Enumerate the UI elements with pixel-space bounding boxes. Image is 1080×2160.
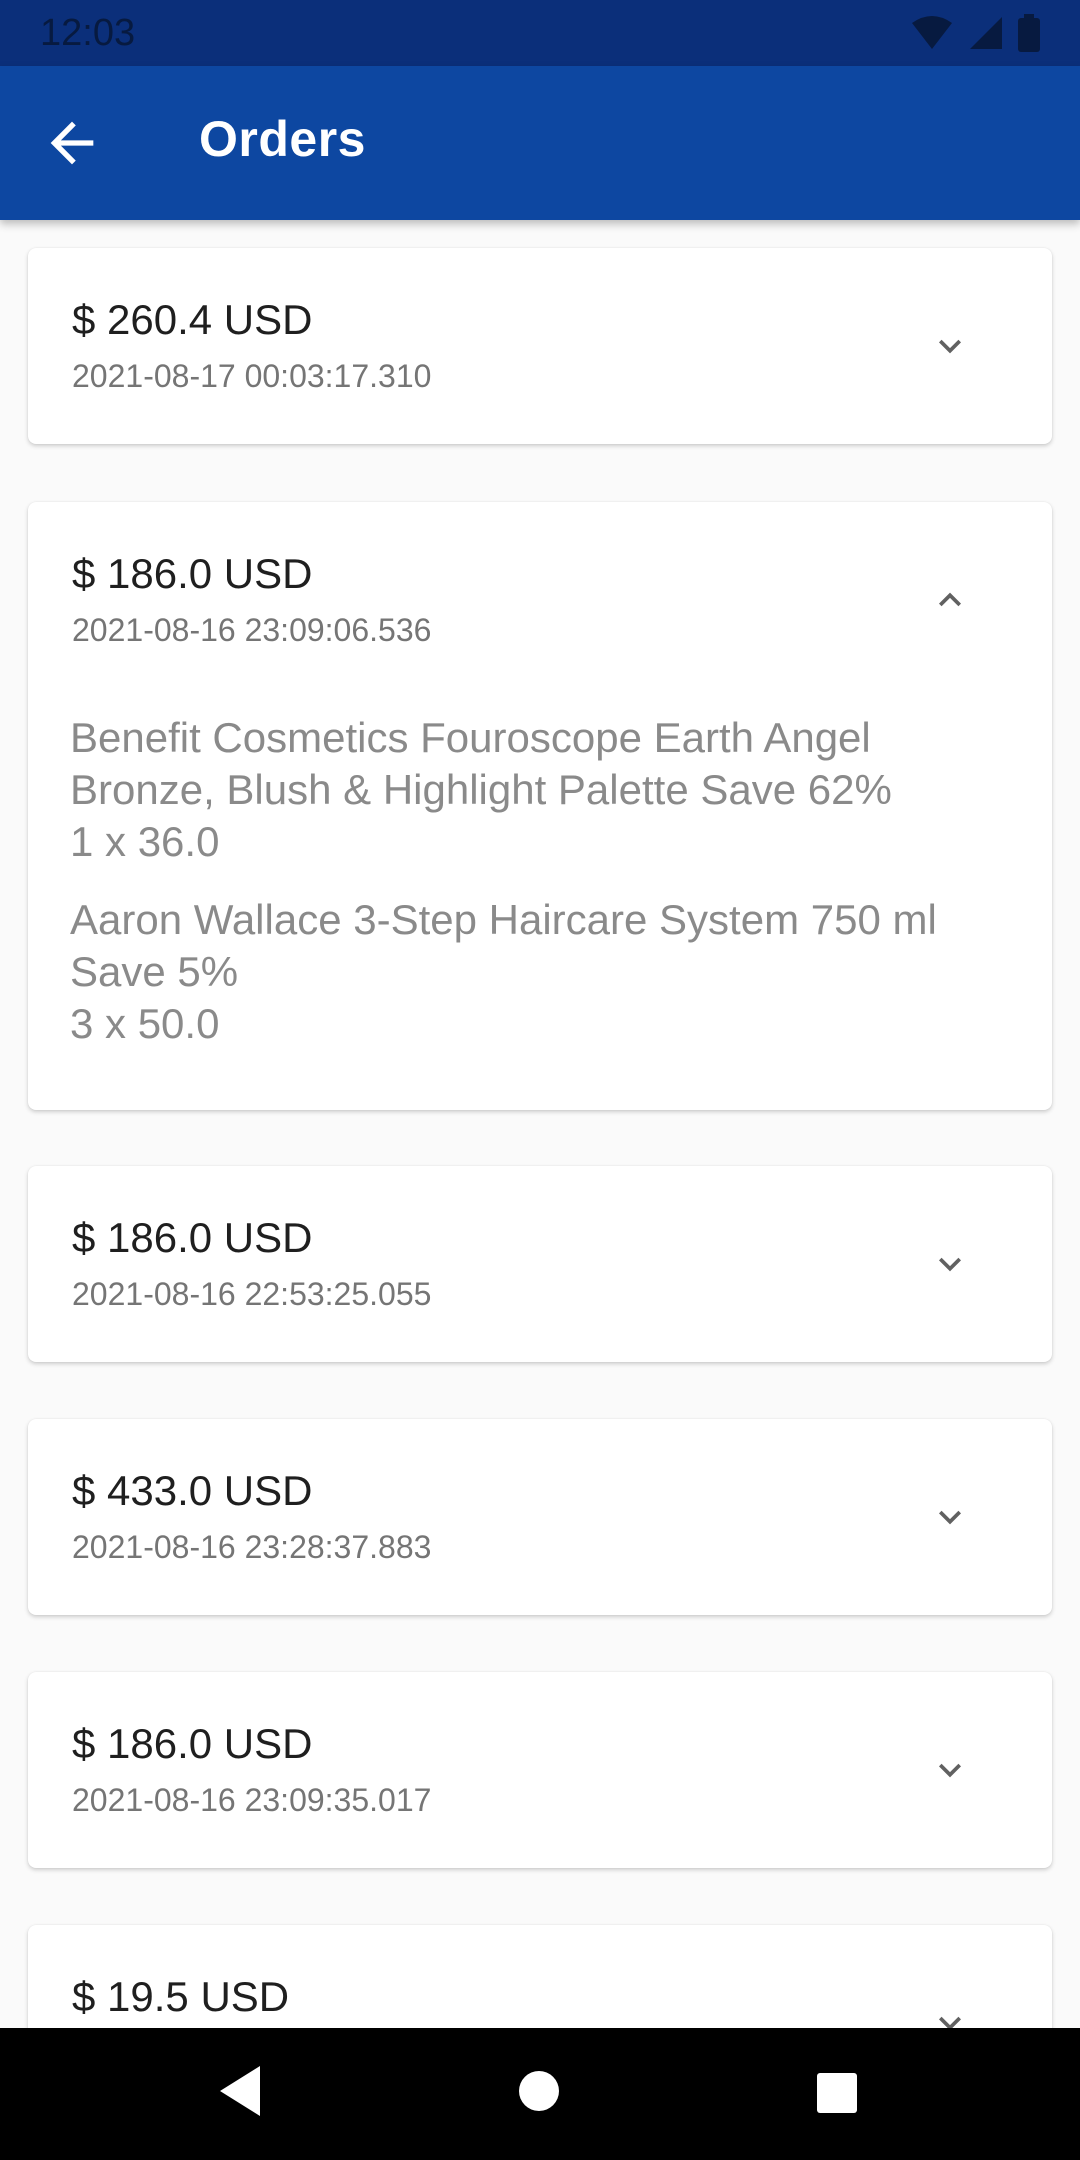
order-date: 2021-08-16 22:53:25.055 (72, 1276, 432, 1312)
chevron-down-icon (939, 1257, 961, 1272)
collapse-button[interactable] (928, 578, 972, 622)
triangle-back-icon (220, 2066, 260, 2116)
nav-home-button[interactable] (518, 2070, 560, 2117)
chevron-down-icon (939, 1763, 961, 1778)
order-item: Benefit Cosmetics Fouroscope Earth Angel… (70, 712, 1010, 868)
order-card[interactable]: $ 186.0 USD 2021-08-16 22:53:25.055 (28, 1166, 1052, 1362)
battery-icon (1018, 14, 1040, 52)
order-card[interactable]: $ 260.4 USD 2021-08-17 00:03:17.310 (28, 248, 1052, 444)
order-amount: $ 186.0 USD (72, 550, 313, 597)
status-time: 12:03 (40, 12, 136, 54)
back-button[interactable] (40, 111, 104, 175)
chevron-down-icon (939, 1510, 961, 1525)
signal-icon (970, 17, 1002, 49)
order-date: 2021-08-16 23:09:06.536 (72, 612, 432, 648)
expand-button[interactable] (928, 1748, 972, 1792)
order-amount: $ 19.5 USD (72, 1973, 290, 2020)
order-card[interactable]: $ 433.0 USD 2021-08-16 23:28:37.883 (28, 1419, 1052, 1615)
order-date: 2021-08-16 23:28:37.883 (72, 1529, 432, 1565)
order-card[interactable]: $ 19.5 USD (28, 1925, 1052, 2028)
order-date: 2021-08-17 00:03:17.310 (72, 358, 432, 394)
system-nav-bar (0, 2028, 1080, 2160)
order-amount: $ 260.4 USD (72, 296, 313, 343)
order-amount: $ 433.0 USD (72, 1467, 313, 1514)
nav-back-button[interactable] (216, 2064, 264, 2123)
order-items: Benefit Cosmetics Fouroscope Earth Angel… (70, 712, 1010, 1076)
order-card-expanded[interactable]: $ 186.0 USD 2021-08-16 23:09:06.536 Bene… (28, 502, 1052, 1110)
status-bar: 12:03 (0, 0, 1080, 66)
status-icons (910, 14, 1040, 52)
chevron-down-icon (939, 339, 961, 354)
chevron-up-icon (939, 592, 961, 607)
app-bar: Orders (0, 66, 1080, 220)
chevron-down-icon (939, 2016, 961, 2028)
order-amount: $ 186.0 USD (72, 1720, 313, 1767)
order-item-name: Aaron Wallace 3-Step Haircare System 750… (70, 896, 937, 995)
nav-recents-button[interactable] (816, 2072, 858, 2119)
arrow-back-icon (50, 121, 94, 165)
order-item-qty: 3 x 50.0 (70, 1000, 220, 1047)
order-item-name: Benefit Cosmetics Fouroscope Earth Angel… (70, 714, 892, 813)
order-item: Aaron Wallace 3-Step Haircare System 750… (70, 894, 1010, 1050)
orders-list[interactable]: $ 260.4 USD 2021-08-17 00:03:17.310 $ 18… (0, 220, 1080, 2028)
expand-button[interactable] (928, 1242, 972, 1286)
expand-button[interactable] (928, 1495, 972, 1539)
order-card[interactable]: $ 186.0 USD 2021-08-16 23:09:35.017 (28, 1672, 1052, 1868)
expand-button[interactable] (928, 2001, 972, 2028)
order-item-qty: 1 x 36.0 (70, 818, 220, 865)
expand-button[interactable] (928, 324, 972, 368)
square-recents-icon (817, 2073, 857, 2113)
page-title: Orders (199, 111, 366, 167)
order-date: 2021-08-16 23:09:35.017 (72, 1782, 432, 1818)
wifi-icon (912, 16, 952, 49)
circle-home-icon (519, 2071, 559, 2111)
order-amount: $ 186.0 USD (72, 1214, 313, 1261)
